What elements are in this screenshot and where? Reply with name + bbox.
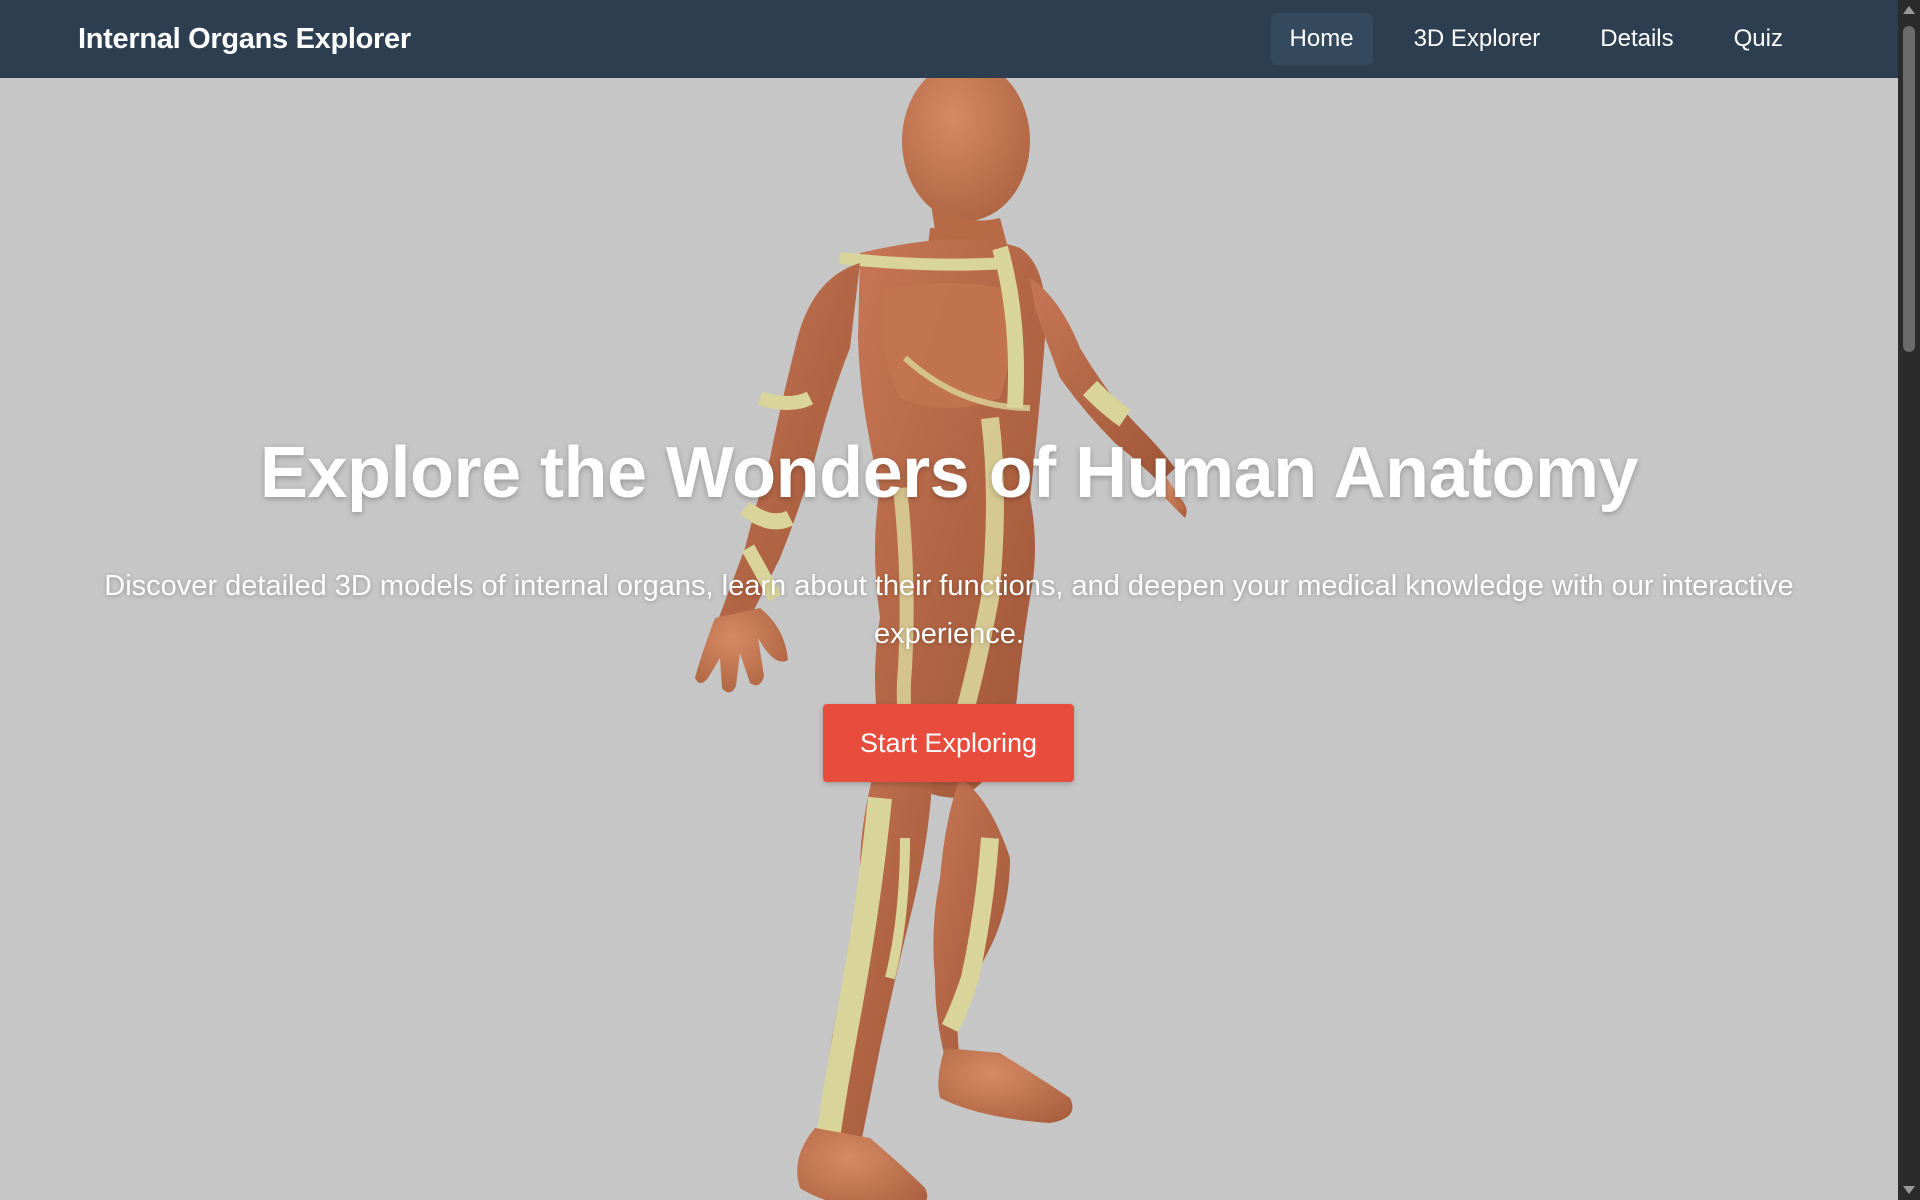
hero-section: Explore the Wonders of Human Anatomy Dis…: [0, 78, 1898, 1200]
nav-link-details[interactable]: Details: [1581, 13, 1692, 65]
scroll-up-icon[interactable]: [1903, 6, 1915, 14]
hero-title: Explore the Wonders of Human Anatomy: [259, 433, 1639, 513]
scroll-down-icon[interactable]: [1903, 1186, 1915, 1194]
top-navbar: Internal Organs Explorer Home 3D Explore…: [0, 0, 1898, 78]
nav-links: Home 3D Explorer Details Quiz: [1270, 13, 1802, 65]
figure-right-leg: [933, 778, 1010, 1058]
nav-link-3d-explorer[interactable]: 3D Explorer: [1395, 13, 1560, 65]
nav-link-quiz[interactable]: Quiz: [1715, 13, 1802, 65]
start-exploring-button[interactable]: Start Exploring: [823, 704, 1074, 782]
hero-subtitle: Discover detailed 3D models of internal …: [104, 570, 1794, 650]
figure-left-foot: [797, 1128, 928, 1200]
brand-title[interactable]: Internal Organs Explorer: [78, 23, 411, 56]
nav-link-home[interactable]: Home: [1270, 13, 1373, 65]
figure-right-foot: [938, 1048, 1073, 1123]
page-scrollbar[interactable]: [1898, 0, 1920, 1200]
scroll-thumb[interactable]: [1903, 26, 1915, 352]
